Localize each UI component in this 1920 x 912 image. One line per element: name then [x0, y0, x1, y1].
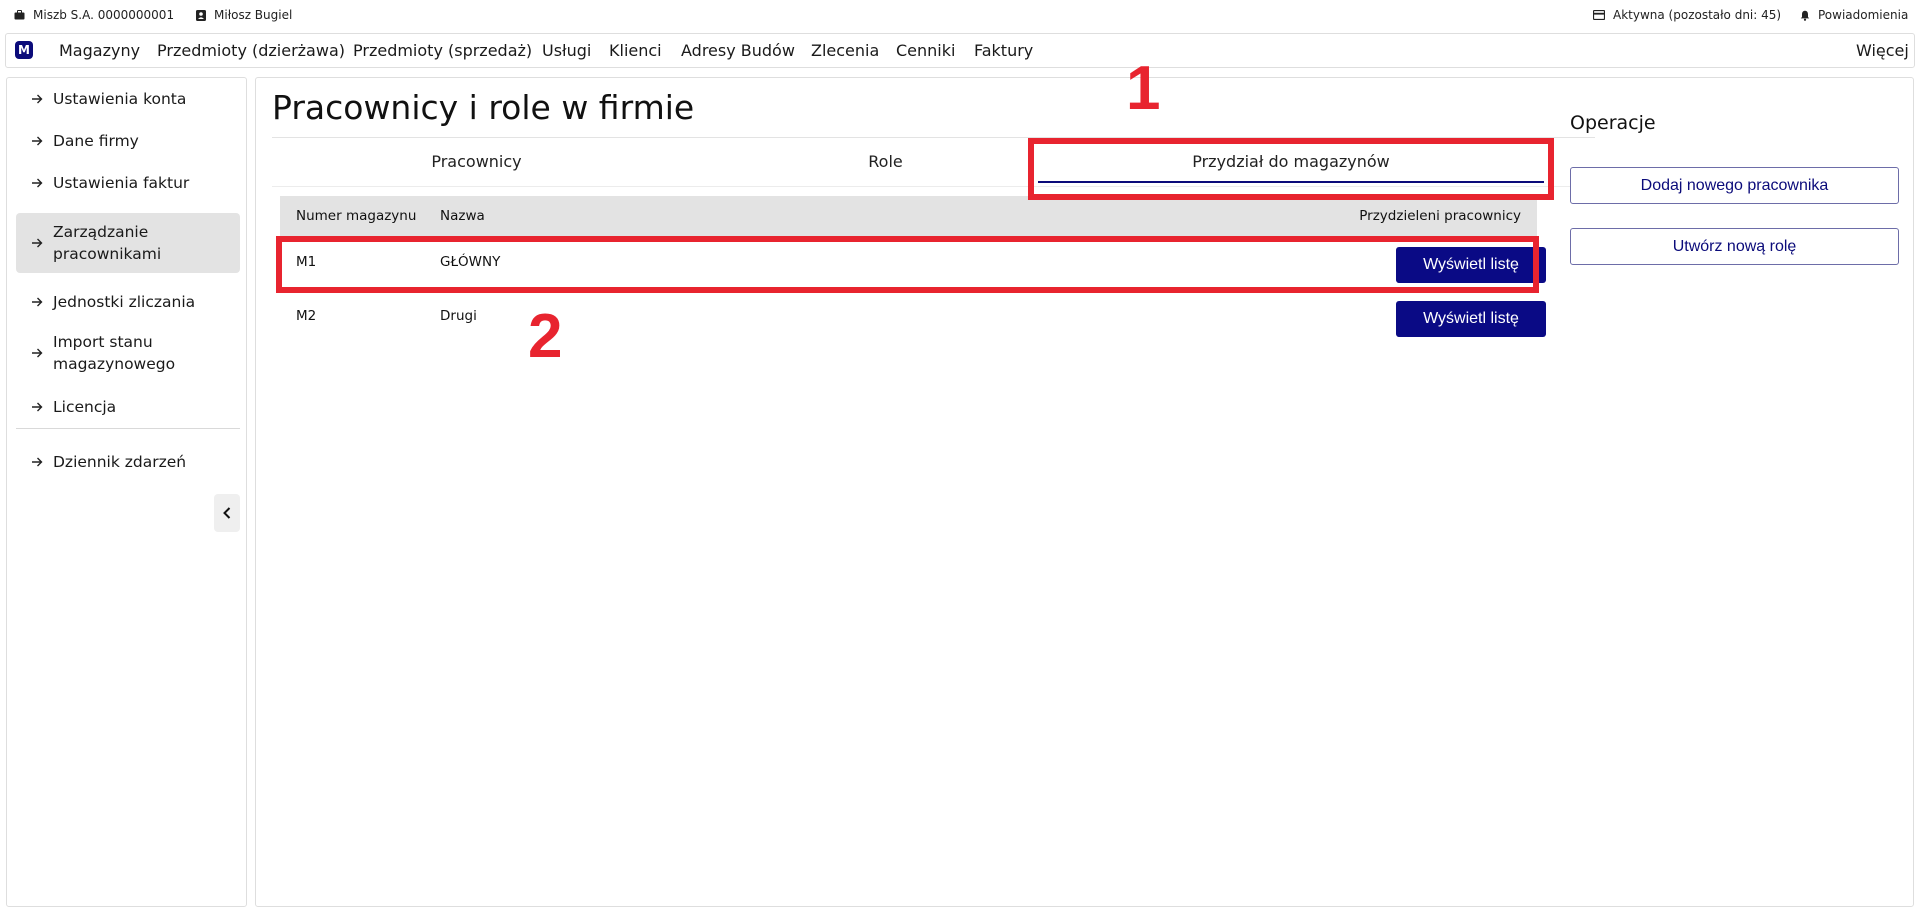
show-list-button[interactable]: Wyświetl listę [1396, 247, 1546, 283]
briefcase-icon [14, 10, 25, 20]
arrow-right-icon [32, 238, 43, 248]
menu-item-adresy-budow[interactable]: Adresy Budów [681, 41, 795, 60]
main-panel: Pracownicy i role w firmie Pracownicy Ro… [255, 77, 1914, 907]
sidebar-item-label: Licencja [53, 398, 117, 416]
sidebar-item-label: Zarządzanie pracownikami [53, 223, 162, 263]
tab-label: Role [868, 152, 903, 171]
menu-more[interactable]: Więcej [1856, 41, 1909, 60]
table-row: M2 Drugi Wyświetl listę [280, 292, 1546, 340]
arrow-right-icon [32, 136, 43, 146]
menu-item-przedmioty-sprzedaz[interactable]: Przedmioty (sprzedaż) [353, 41, 532, 60]
create-role-button[interactable]: Utwórz nową rolę [1570, 228, 1899, 265]
column-header-przydzieleni: Przydzieleni pracownicy [1359, 208, 1521, 224]
sidebar-item-zarzadzanie-pracownikami[interactable]: Zarządzanie pracownikami [16, 213, 240, 273]
column-header-nazwa: Nazwa [440, 208, 485, 224]
user-info[interactable]: Miłosz Bugiel [196, 8, 292, 22]
tab-role[interactable]: Role [681, 151, 1090, 183]
company-name: Miszb S.A. 0000000001 [33, 8, 175, 22]
tab-przydzial-do-magazynow[interactable]: Przydział do magazynów [1038, 151, 1544, 183]
sidebar-item-ustawienia-konta[interactable]: Ustawienia konta [16, 78, 240, 120]
sidebar-divider [16, 428, 240, 429]
arrow-right-icon [32, 402, 43, 412]
collapse-sidebar-button[interactable] [214, 494, 240, 532]
chevron-left-icon [223, 507, 231, 519]
warehouse-number: M2 [296, 308, 317, 324]
sidebar-item-licencja[interactable]: Licencja [16, 386, 240, 428]
menu-item-uslugi[interactable]: Usługi [542, 41, 591, 60]
arrow-right-icon [32, 94, 43, 104]
bell-icon [1800, 10, 1810, 21]
arrow-right-icon [32, 348, 43, 358]
warehouse-number: M1 [296, 254, 317, 270]
notifications-label: Powiadomienia [1818, 8, 1909, 22]
tab-label: Pracownicy [431, 152, 522, 171]
column-header-numer: Numer magazynu [296, 208, 417, 224]
active-tab-indicator [1038, 181, 1544, 183]
license-status[interactable]: Aktywna (pozostało dni: 45) [1593, 8, 1781, 22]
tab-label: Przydział do magazynów [1192, 152, 1390, 171]
company-info[interactable]: Miszb S.A. 0000000001 [14, 8, 174, 22]
sidebar-item-dane-firmy[interactable]: Dane firmy [16, 120, 240, 162]
menu-item-przedmioty-dzierzawa[interactable]: Przedmioty (dzierżawa) [157, 41, 345, 60]
arrow-right-icon [32, 457, 43, 467]
sidebar-item-label: Ustawienia konta [53, 90, 187, 108]
notifications-link[interactable]: Powiadomienia [1800, 8, 1908, 22]
sidebar-item-label: Dziennik zdarzeń [53, 453, 187, 471]
warehouse-name: Drugi [440, 308, 477, 324]
user-name: Miłosz Bugiel [214, 8, 293, 22]
tabs-divider [272, 186, 1595, 187]
app-logo[interactable]: M [15, 41, 33, 59]
title-divider [272, 137, 1595, 138]
menu-item-faktury[interactable]: Faktury [974, 41, 1033, 60]
sidebar-item-import-stanu[interactable]: Import stanu magazynowego [16, 323, 240, 383]
page-title: Pracownicy i role w firmie [272, 88, 695, 127]
license-text: Aktywna (pozostało dni: 45) [1613, 8, 1782, 22]
arrow-right-icon [32, 297, 43, 307]
add-employee-button[interactable]: Dodaj nowego pracownika [1570, 167, 1899, 204]
warehouse-name: GŁÓWNY [440, 254, 501, 270]
menu-item-cenniki[interactable]: Cenniki [896, 41, 955, 60]
settings-sidebar: Ustawienia konta Dane firmy Ustawienia f… [6, 77, 247, 907]
menu-item-zlecenia[interactable]: Zlecenia [811, 41, 879, 60]
sidebar-item-label: Import stanu magazynowego [53, 333, 176, 373]
tab-pracownicy[interactable]: Pracownicy [272, 151, 681, 183]
contact-card-icon [196, 9, 206, 21]
sidebar-item-dziennik-zdarzen[interactable]: Dziennik zdarzeń [16, 441, 240, 483]
menu-item-klienci[interactable]: Klienci [609, 41, 662, 60]
sidebar-item-label: Dane firmy [53, 132, 139, 150]
menu-item-magazyny[interactable]: Magazyny [59, 41, 140, 60]
arrow-right-icon [32, 178, 43, 188]
main-menu: M Magazyny Przedmioty (dzierżawa) Przedm… [5, 33, 1915, 68]
sidebar-item-jednostki-zliczania[interactable]: Jednostki zliczania [16, 281, 240, 323]
show-list-button[interactable]: Wyświetl listę [1396, 301, 1546, 337]
sidebar-item-label: Ustawienia faktur [53, 174, 190, 192]
sidebar-item-label: Jednostki zliczania [53, 293, 196, 311]
table-row: M1 GŁÓWNY Wyświetl listę [280, 238, 1546, 286]
table-header: Numer magazynu Nazwa Przydzieleni pracow… [280, 196, 1537, 236]
operations-title: Operacje [1570, 112, 1656, 134]
status-bar: Miszb S.A. 0000000001 Miłosz Bugiel Akty… [0, 0, 1920, 32]
credit-card-icon [1593, 10, 1605, 20]
sidebar-item-ustawienia-faktur[interactable]: Ustawienia faktur [16, 162, 240, 204]
